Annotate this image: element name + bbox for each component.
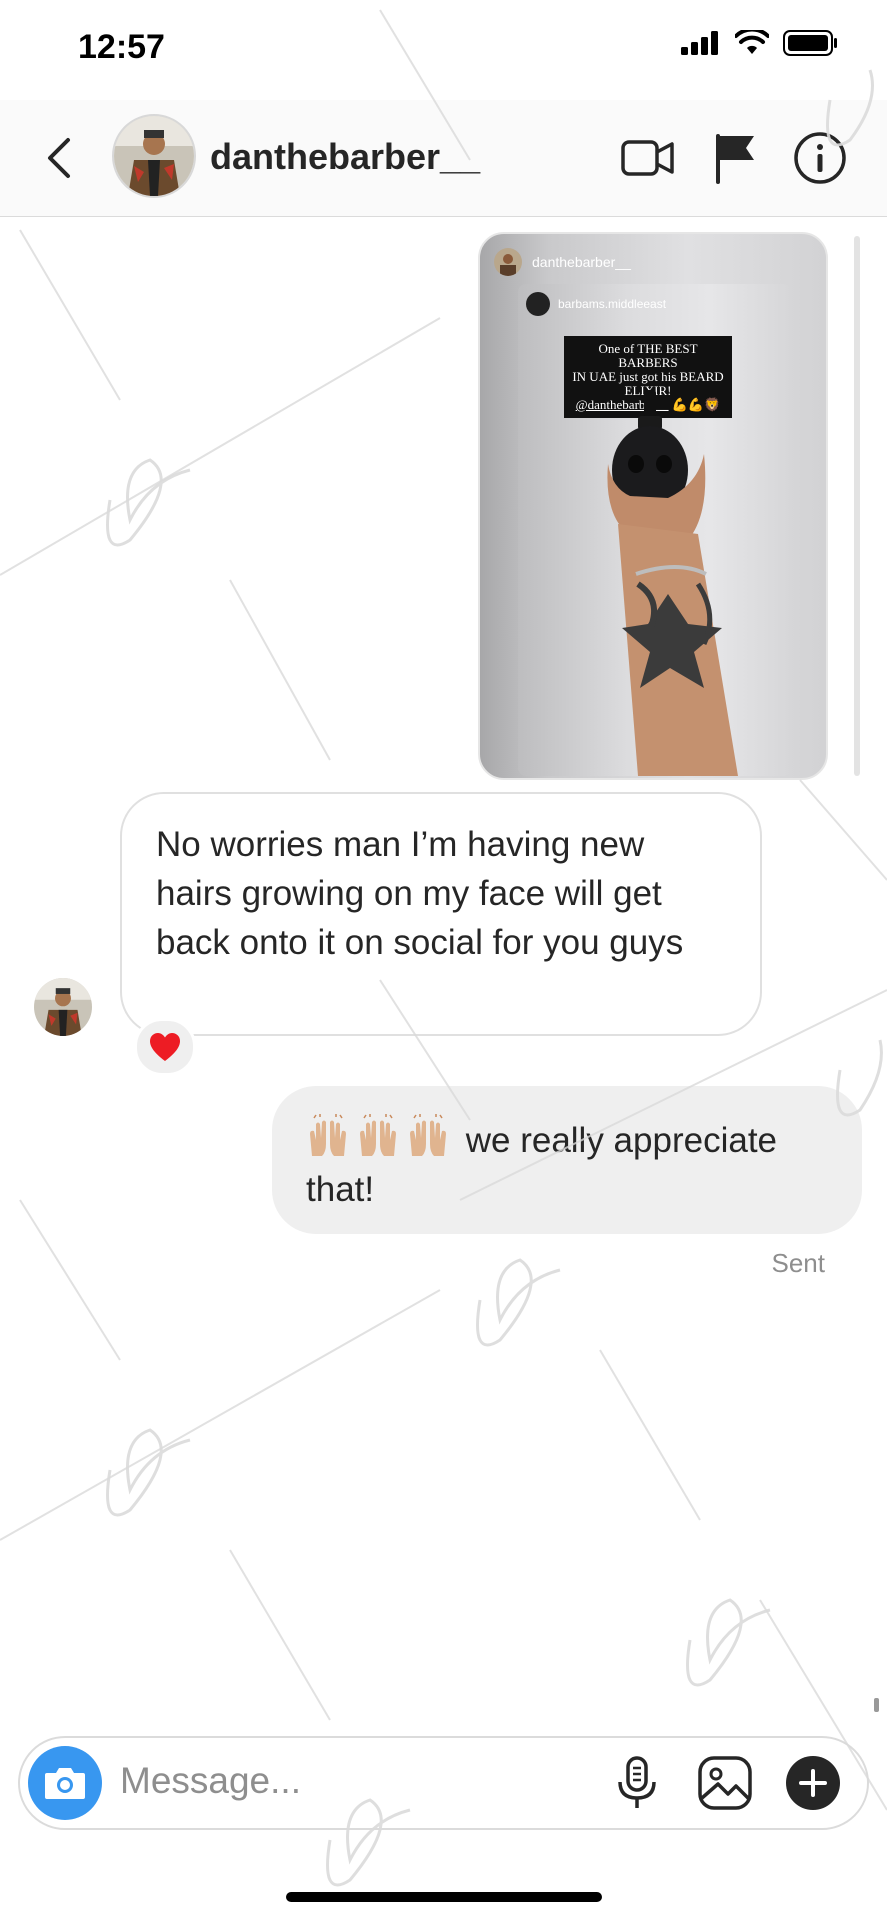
status-time: 12:57 [78, 28, 165, 66]
story-owner-avatar [494, 248, 522, 276]
avatar-image [34, 978, 92, 1036]
camera-icon [45, 1768, 85, 1799]
avatar-image [114, 116, 194, 196]
camera-button[interactable] [28, 1746, 102, 1820]
story-owner-name: danthebarber__ [532, 254, 631, 270]
info-icon[interactable] [792, 130, 848, 186]
incoming-message-text: No worries man I’m having new hairs grow… [156, 825, 684, 962]
story-header: danthebarber__ [494, 248, 631, 276]
signal-icon [681, 31, 718, 55]
raising-hands-emoji [306, 1114, 450, 1158]
status-bar: 12:57 [0, 0, 887, 100]
chat-header: danthebarber__ [0, 100, 887, 217]
heart-reaction[interactable]: ❤️ [134, 1018, 196, 1076]
wifi-icon [735, 30, 769, 54]
video-call-icon[interactable] [620, 130, 676, 186]
status-icons [681, 30, 839, 56]
scroll-indicator [874, 1698, 879, 1712]
message-composer [18, 1736, 869, 1830]
skull-bottle-hand-image [607, 390, 738, 776]
raising-hands-icon [360, 1114, 396, 1156]
back-icon[interactable] [42, 136, 82, 180]
scrollbar[interactable] [854, 236, 860, 776]
flag-icon[interactable] [708, 130, 764, 186]
microphone-icon[interactable] [608, 1754, 666, 1812]
battery-icon [783, 30, 837, 56]
outgoing-message[interactable]: 🙌🏼🙌🏼🙌🏼 we really appreciate that! [272, 1086, 862, 1234]
plus-icon[interactable] [784, 1754, 842, 1812]
raising-hands-icon [410, 1114, 446, 1156]
sender-avatar[interactable] [34, 978, 92, 1036]
avatar[interactable] [112, 114, 196, 198]
message-input[interactable] [120, 1760, 600, 1802]
gallery-icon[interactable] [696, 1754, 754, 1812]
raising-hands-icon [310, 1114, 346, 1156]
home-indicator [286, 1892, 602, 1902]
story-media: barbams.middleeast One of THE BEST BARBE… [518, 284, 792, 776]
shared-story-card[interactable]: danthebarber__ barbams.middleeast One of… [478, 232, 828, 780]
incoming-message[interactable]: No worries man I’m having new hairs grow… [120, 792, 762, 1036]
chat-username[interactable]: danthebarber__ [210, 136, 480, 178]
message-status: Sent [771, 1248, 826, 1278]
